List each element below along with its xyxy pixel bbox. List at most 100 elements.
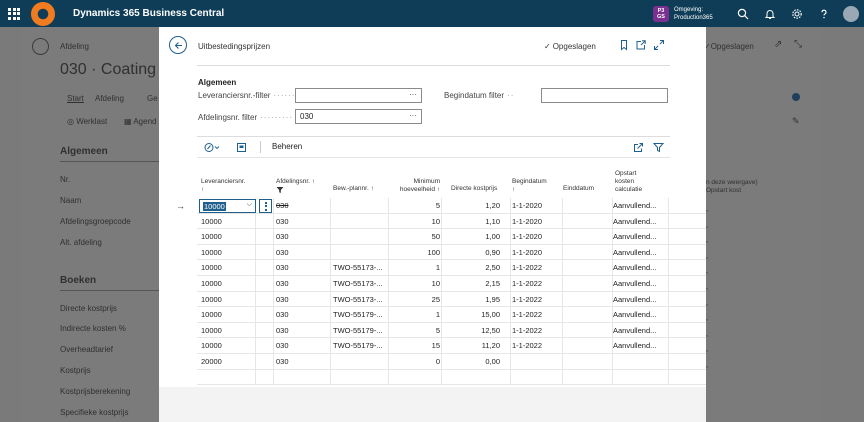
cell-start-date[interactable]: 1-1-2022	[512, 276, 562, 292]
cell-department[interactable]: 030	[276, 307, 326, 323]
cell-start-date[interactable]	[512, 354, 562, 370]
cell-direct-cost[interactable]: 11,20	[451, 338, 500, 354]
environment-badge[interactable]: P3 GS	[653, 5, 669, 22]
cell-start-date[interactable]: 1-1-2022	[512, 323, 562, 339]
cell-vendor[interactable]: 10000	[201, 276, 251, 292]
cell-setup-calculation[interactable]: Aanvullend...	[613, 229, 669, 245]
new-item-icon[interactable]	[236, 140, 247, 154]
cell-start-date[interactable]: 1-1-2022	[512, 292, 562, 308]
cell-end-date[interactable]	[563, 354, 613, 370]
cell-min-qty[interactable]: 5	[389, 198, 440, 214]
app-launcher-icon[interactable]	[0, 0, 28, 27]
column-header-vendor[interactable]: Leveranciersnr. ↑	[201, 178, 245, 194]
row-actions-button[interactable]	[259, 199, 272, 213]
cell-min-qty[interactable]: 50	[389, 229, 440, 245]
vendor-filter-input[interactable]: ···	[295, 88, 422, 103]
cell-plan-number[interactable]	[333, 229, 388, 245]
filter-icon[interactable]	[653, 140, 664, 154]
chevron-down-icon[interactable]: ⌵	[247, 201, 252, 209]
cell-min-qty[interactable]: 100	[389, 245, 440, 261]
start-date-filter-input[interactable]	[541, 88, 668, 103]
notification-bell-icon[interactable]	[756, 0, 783, 27]
cell-plan-number[interactable]: TWO-55179-...	[333, 338, 388, 354]
column-header-plan[interactable]: Bew.-plannr. ↑	[333, 185, 374, 193]
vendor-cell-editor[interactable]: 10000 ⌵	[199, 199, 256, 213]
cell-setup-calculation[interactable]: Aanvullend...	[613, 260, 669, 276]
cell-setup-calculation[interactable]: Aanvullend...	[613, 338, 669, 354]
cell-setup-calculation[interactable]	[613, 370, 669, 386]
cell-plan-number[interactable]	[333, 198, 388, 214]
cell-department[interactable]: 030	[276, 338, 326, 354]
environment-info[interactable]: Omgeving: Production365	[674, 6, 729, 22]
cell-plan-number[interactable]: TWO-55173-...	[333, 276, 388, 292]
cell-direct-cost[interactable]: 0,90	[451, 245, 500, 261]
cell-setup-calculation[interactable]: Aanvullend...	[613, 245, 669, 261]
cell-start-date[interactable]: 1-1-2020	[512, 229, 562, 245]
cell-direct-cost[interactable]	[451, 370, 500, 386]
cell-end-date[interactable]	[563, 338, 613, 354]
back-button[interactable]	[169, 36, 187, 54]
cell-setup-calculation[interactable]: Aanvullend...	[613, 198, 669, 214]
cell-setup-calculation[interactable]: Aanvullend...	[613, 323, 669, 339]
cell-plan-number[interactable]	[333, 214, 388, 230]
cell-vendor[interactable]: 20000	[201, 354, 251, 370]
cell-department[interactable]: 030	[276, 245, 326, 261]
cell-start-date[interactable]	[512, 370, 562, 386]
cell-min-qty[interactable]: 5	[389, 323, 440, 339]
cell-direct-cost[interactable]: 12,50	[451, 323, 500, 339]
cell-min-qty[interactable]: 10	[389, 214, 440, 230]
cell-end-date[interactable]	[563, 198, 613, 214]
cell-end-date[interactable]	[563, 323, 613, 339]
cell-department[interactable]	[276, 370, 326, 386]
cell-setup-calculation[interactable]: Aanvullend...	[613, 214, 669, 230]
cell-department[interactable]: 030	[276, 292, 326, 308]
cell-plan-number[interactable]: TWO-55179-...	[333, 307, 388, 323]
cell-department[interactable]: 030	[276, 214, 326, 230]
cell-department[interactable]: 030	[276, 276, 326, 292]
cell-direct-cost[interactable]: 0,00	[451, 354, 500, 370]
cell-end-date[interactable]	[563, 245, 613, 261]
cell-vendor[interactable]: 10000	[201, 323, 251, 339]
column-header-department[interactable]: Afdelingsnr. ↑	[276, 178, 315, 197]
cell-plan-number[interactable]: TWO-55179-...	[333, 323, 388, 339]
cell-setup-calculation[interactable]	[613, 354, 669, 370]
cell-vendor[interactable]: 10000	[201, 338, 251, 354]
cell-direct-cost[interactable]: 15,00	[451, 307, 500, 323]
cell-department[interactable]: 030	[276, 198, 326, 214]
cell-min-qty[interactable]: 25	[389, 292, 440, 308]
cell-start-date[interactable]: 1-1-2022	[512, 338, 562, 354]
cell-plan-number[interactable]: TWO-55173-...	[333, 292, 388, 308]
column-header-min-qty[interactable]: Minimum hoeveelheid ↑	[389, 178, 440, 194]
lookup-icon[interactable]: ···	[409, 111, 417, 120]
cell-plan-number[interactable]: TWO-55173-...	[333, 260, 388, 276]
cell-end-date[interactable]	[563, 260, 613, 276]
cell-start-date[interactable]: 1-1-2022	[512, 307, 562, 323]
bookmark-icon[interactable]	[618, 39, 630, 51]
cell-min-qty[interactable]: 10	[389, 276, 440, 292]
cell-vendor[interactable]: 10000	[201, 260, 251, 276]
cell-end-date[interactable]	[563, 292, 613, 308]
cell-plan-number[interactable]	[333, 354, 388, 370]
cell-direct-cost[interactable]: 1,95	[451, 292, 500, 308]
cell-start-date[interactable]: 1-1-2022	[512, 260, 562, 276]
cell-plan-number[interactable]	[333, 370, 388, 386]
lookup-icon[interactable]: ···	[409, 90, 417, 99]
cell-vendor[interactable]: 10000	[201, 229, 251, 245]
cell-min-qty[interactable]: 0	[389, 354, 440, 370]
cell-plan-number[interactable]	[333, 245, 388, 261]
share-icon[interactable]	[633, 140, 644, 154]
column-header-end-date[interactable]: Einddatum	[563, 185, 594, 193]
cell-setup-calculation[interactable]: Aanvullend...	[613, 292, 669, 308]
cell-direct-cost[interactable]: 1,10	[451, 214, 500, 230]
cell-direct-cost[interactable]: 1,00	[451, 229, 500, 245]
column-header-start-date[interactable]: Begindatum ↑	[512, 178, 547, 194]
cell-end-date[interactable]	[563, 307, 613, 323]
avatar[interactable]	[843, 5, 859, 22]
cell-min-qty[interactable]: 1	[389, 307, 440, 323]
help-icon[interactable]	[810, 0, 837, 27]
cell-vendor[interactable]: 10000	[201, 245, 251, 261]
cell-direct-cost[interactable]: 2,15	[451, 276, 500, 292]
gear-icon[interactable]	[783, 0, 810, 27]
cell-vendor[interactable]: 10000	[201, 307, 251, 323]
cell-min-qty[interactable]: 15	[389, 338, 440, 354]
